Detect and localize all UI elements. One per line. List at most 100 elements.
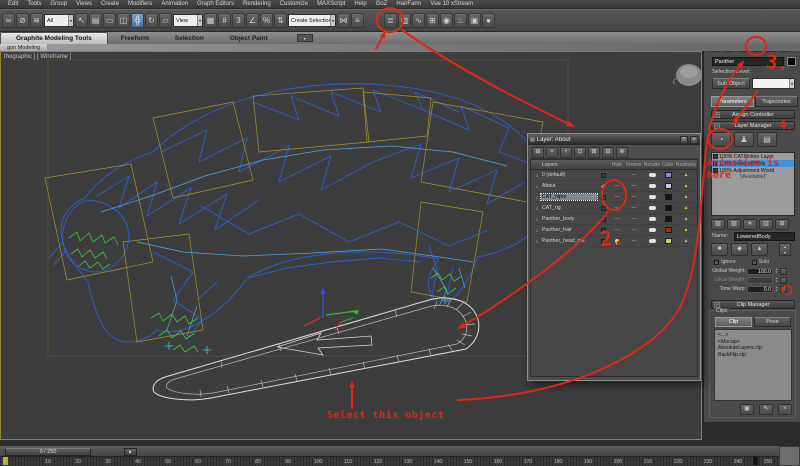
menu-item-edit[interactable]: Edit xyxy=(8,1,18,7)
layer-color-swatch[interactable] xyxy=(661,227,675,233)
new-layer-icon[interactable]: ∗ xyxy=(743,219,757,230)
menu-item-vue-10-xstream[interactable]: Vue 10 xStream xyxy=(430,1,473,7)
select-and-link-icon[interactable]: ∞ xyxy=(2,13,15,28)
load-layers-icon[interactable]: ⊞ xyxy=(775,219,789,230)
layer-row[interactable]: ≡Panther_head_me—▲ xyxy=(531,236,697,247)
menu-item-help[interactable]: Help xyxy=(354,1,366,7)
ribbon-overflow-dropdown[interactable]: ▾ xyxy=(297,34,313,42)
local-weight-spinner[interactable]: Local Weight:▴▾ xyxy=(708,276,800,284)
tab-polygon-modeling[interactable]: gon Modeling xyxy=(0,44,47,51)
ribbon-tab-graphite-modeling-tools[interactable]: Graphite Modeling Tools xyxy=(0,32,108,44)
select-object-icon[interactable]: ↖ xyxy=(75,13,88,28)
freeze-toggle[interactable]: — xyxy=(625,194,643,200)
select-and-uniform-scale-icon[interactable]: ▱ xyxy=(159,13,172,28)
select-target-object[interactable] xyxy=(153,298,479,400)
ribbon-tab-freeform[interactable]: Freeform xyxy=(108,33,162,44)
edit-clip-icon[interactable]: ✎ xyxy=(759,404,773,415)
catmotion-layer-button[interactable]: ▲ xyxy=(751,243,768,256)
ignore-checkbox[interactable]: Ignore xyxy=(714,259,736,265)
select-by-name-icon[interactable]: ▤ xyxy=(89,13,102,28)
object-name-field[interactable]: Panther xyxy=(712,57,784,66)
track-bar-ruler[interactable]: 1020304050607080901001101201301401501601… xyxy=(0,456,779,466)
radiosity-icon[interactable]: ▲ xyxy=(675,227,697,233)
object-color-swatch[interactable] xyxy=(787,57,796,66)
render-setup-icon[interactable]: ♨ xyxy=(454,13,467,28)
radiosity-icon[interactable]: ▲ xyxy=(675,172,697,178)
menu-item-maxscript[interactable]: MAXScript xyxy=(317,1,345,7)
clip-item[interactable]: BackFlip.clp xyxy=(715,352,791,359)
menu-item-rendering[interactable]: Rendering xyxy=(243,1,271,7)
radiosity-icon[interactable]: ▲ xyxy=(675,205,697,211)
clip-list[interactable]: <...><Mocap>AbsoluteLayers.clpBackFlip.c… xyxy=(714,329,792,401)
menu-item-graph-editors[interactable]: Graph Editors xyxy=(197,1,234,7)
hide-toggle[interactable]: — xyxy=(609,227,625,233)
trajectories-button[interactable]: Trajectories xyxy=(755,96,798,107)
select-rig-icon[interactable]: ♟ xyxy=(734,132,754,147)
menu-item-hairfarm[interactable]: HairFarm xyxy=(396,1,421,7)
delete-clip-icon[interactable]: × xyxy=(778,404,792,415)
render-toggle[interactable] xyxy=(643,239,661,243)
ribbon-tab-object-paint[interactable]: Object Paint xyxy=(217,33,281,44)
viewport-label[interactable]: thographic ] [ Wireframe ] xyxy=(4,54,71,60)
freeze-toggle[interactable]: — xyxy=(625,183,643,189)
hide-toggle[interactable]: — xyxy=(609,194,625,200)
render-toggle[interactable] xyxy=(643,173,661,177)
menu-item-goz[interactable]: GoZ xyxy=(376,1,388,7)
layer-row[interactable]: ≡CAT_hlprs——▲ xyxy=(531,192,697,203)
render-toggle[interactable] xyxy=(643,206,661,210)
current-frame-marker[interactable] xyxy=(3,457,8,465)
curve-editor-icon[interactable]: ∿ xyxy=(412,13,425,28)
current-layer-toggle[interactable] xyxy=(597,206,609,211)
radiosity-icon[interactable]: ▲ xyxy=(675,238,697,244)
hide-freeze-toggle-icon[interactable]: ⊟ xyxy=(602,147,614,158)
percent-snap-toggle-icon[interactable]: % xyxy=(260,13,273,28)
time-slider-grip[interactable]: 0 / 250 xyxy=(5,448,91,456)
sub-object-button[interactable]: Sub-Object xyxy=(712,78,750,89)
render-production-icon[interactable]: ● xyxy=(482,13,495,28)
current-layer-toggle[interactable] xyxy=(597,228,609,233)
layer-name[interactable]: 0 (default) xyxy=(541,172,597,178)
layer-properties-dialog[interactable]: ▤ Layer: About ? × ⊞×+⊡⊠⊟⊗ LayersHideFre… xyxy=(527,133,701,381)
unlink-selection-icon[interactable]: ⊘ xyxy=(16,13,29,28)
layer-order-spinner[interactable]: ▴ ▾ xyxy=(779,243,791,256)
current-layer-toggle[interactable] xyxy=(597,195,609,200)
close-button[interactable]: × xyxy=(690,136,698,144)
layer-name[interactable]: Panther_body xyxy=(541,216,597,222)
save-clip-icon[interactable]: ▣ xyxy=(740,404,754,415)
copy-layer-icon[interactable]: ▧ xyxy=(711,219,725,230)
layer-row[interactable]: ≡CAT_rig——▲ xyxy=(531,203,697,214)
cat-layer-item[interactable]: 100% Adjustment World xyxy=(712,167,794,174)
cut-objects-to-layer-icon[interactable]: ⊗ xyxy=(616,147,628,158)
hide-toggle[interactable]: — xyxy=(609,205,625,211)
sub-object-dropdown[interactable]: ▾ xyxy=(752,78,795,89)
freeze-toggle[interactable]: — xyxy=(625,216,643,222)
solo-checkbox[interactable]: Solo xyxy=(752,259,769,265)
angle-snap-toggle-icon[interactable]: ∠ xyxy=(246,13,259,28)
cat-layer-item[interactable]: 100%:CATMotion Layer xyxy=(712,153,794,160)
delete-highlighted-layers-icon[interactable]: × xyxy=(546,147,558,158)
schematic-view-icon[interactable]: ⊞ xyxy=(426,13,439,28)
current-layer-toggle[interactable] xyxy=(597,217,609,222)
freeze-toggle[interactable]: — xyxy=(625,205,643,211)
layer-list-icon[interactable]: ▤ xyxy=(757,132,777,147)
remove-layer-icon[interactable]: ▥ xyxy=(759,219,773,230)
current-layer-toggle[interactable] xyxy=(597,239,609,244)
viewcube-gizmo[interactable] xyxy=(673,64,702,86)
menu-item-modifiers[interactable]: Modifiers xyxy=(128,1,152,7)
cat-layer-list[interactable]: 100%:CATMotion Layer100%:LoweredBody100%… xyxy=(711,152,795,216)
move-gizmo[interactable] xyxy=(304,288,359,330)
menu-item-group[interactable]: Group xyxy=(50,1,67,7)
menu-item-tools[interactable]: Tools xyxy=(27,1,41,7)
global-weight-spinner[interactable]: Global Weight:100.0▴▾ xyxy=(708,267,800,275)
freeze-toggle[interactable]: — xyxy=(625,172,643,178)
layer-name[interactable]: About xyxy=(541,183,597,189)
layer-color-swatch[interactable] xyxy=(661,172,675,178)
adjustment-layer-button[interactable]: ◆ xyxy=(731,243,748,256)
render-toggle[interactable] xyxy=(643,195,661,199)
menu-item-customize[interactable]: Customize xyxy=(280,1,308,7)
highlight-selected-objects-layers-icon[interactable]: ⊠ xyxy=(588,147,600,158)
selection-filter-dropdown[interactable]: All▾ xyxy=(44,14,74,27)
help-button[interactable]: ? xyxy=(680,136,688,144)
dialog-titlebar[interactable]: ▤ Layer: About ? × xyxy=(528,134,700,145)
layer-manager-toggle-icon[interactable]: ≣ xyxy=(384,13,397,28)
